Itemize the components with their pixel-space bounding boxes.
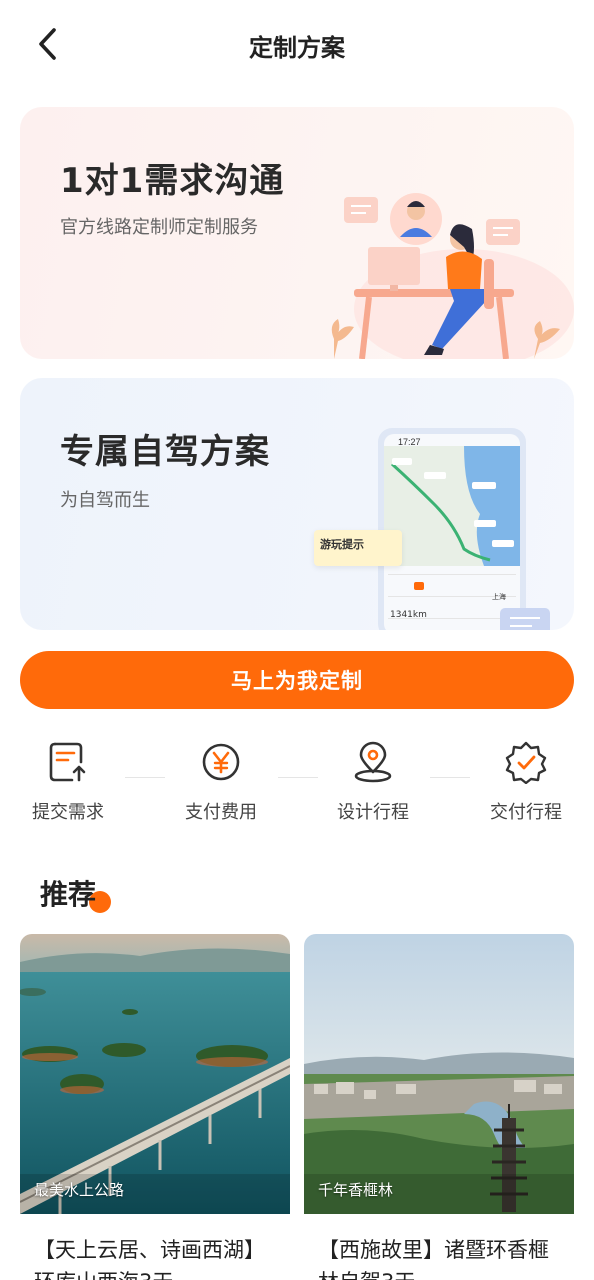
step-design-label: 设计行程 <box>337 802 409 823</box>
step-design: 设计行程 <box>313 740 433 824</box>
step-submit-request-label: 提交需求 <box>32 802 104 823</box>
self-drive-card[interactable]: 专属自驾方案 为自驾而生 17:27 游玩提示 1341km 上海 <box>20 378 574 630</box>
document-upload-icon <box>49 742 86 782</box>
recommend-card-title: 【西施故里】诸暨环香榧林自驾3天 <box>318 1238 549 1280</box>
recommend-card-title: 【天上云居、诗画西湖】环库山西海3天 <box>34 1238 265 1280</box>
step-divider <box>430 777 470 778</box>
recommend-card[interactable]: 千年香榧林 【西施故里】诸暨环香榧林自驾3天 <box>304 934 574 1280</box>
recommend-card-image: 最美水上公路 <box>20 934 290 1214</box>
consult-card-title: 1对1需求沟通 <box>60 161 285 201</box>
header: 定制方案 <box>0 0 594 90</box>
step-deliver-label: 交付行程 <box>490 802 562 823</box>
process-steps: 提交需求 支付费用 设计行程 交付行程 <box>0 740 594 830</box>
travel-tip-box: 游玩提示 <box>314 530 402 566</box>
verified-badge-icon <box>505 741 547 784</box>
yen-coin-icon <box>202 743 240 781</box>
self-drive-card-subtitle: 为自驾而生 <box>60 490 150 511</box>
consult-card[interactable]: 1对1需求沟通 官方线路定制师定制服务 <box>20 107 574 359</box>
phone-time: 17:27 <box>398 437 421 447</box>
recommend-card-tag: 千年香榧林 <box>318 1181 394 1199</box>
customer-service-illustration <box>331 193 574 359</box>
recommend-card-tag: 最美水上公路 <box>34 1181 125 1199</box>
travel-tip-label: 游玩提示 <box>320 538 364 551</box>
location-pin-icon <box>354 741 392 783</box>
route-distance: 1341km <box>390 610 427 620</box>
route-city: 上海 <box>492 593 506 601</box>
page-title: 定制方案 <box>249 34 345 62</box>
consult-card-subtitle: 官方线路定制师定制服务 <box>60 217 258 238</box>
self-drive-card-title: 专属自驾方案 <box>60 432 270 472</box>
recommend-card[interactable]: 最美水上公路 【天上云居、诗画西湖】环库山西海3天 <box>20 934 290 1280</box>
customize-now-button[interactable]: 马上为我定制 <box>20 651 574 709</box>
recommend-title: 推荐 <box>40 878 97 911</box>
route-phone-illustration: 17:27 游玩提示 1341km 上海 <box>314 424 574 630</box>
recommend-card-image: 千年香榧林 <box>304 934 574 1214</box>
step-pay: 支付费用 <box>161 740 281 824</box>
step-divider <box>278 777 318 778</box>
step-submit-request: 提交需求 <box>8 740 128 824</box>
step-divider <box>125 777 165 778</box>
step-deliver: 交付行程 <box>466 740 586 824</box>
step-pay-label: 支付费用 <box>185 802 257 823</box>
